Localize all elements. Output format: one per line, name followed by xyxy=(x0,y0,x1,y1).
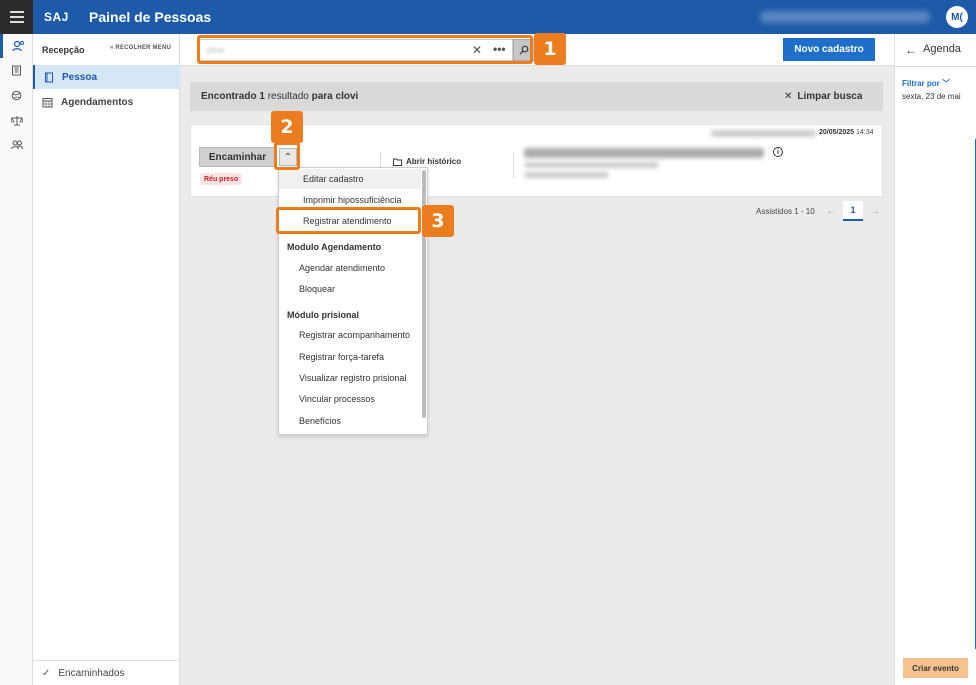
calendar-grid-icon xyxy=(42,97,53,107)
person-detail-blurred xyxy=(524,172,609,178)
agenda-date: sexta, 23 de mai xyxy=(902,92,961,101)
new-registration-button[interactable]: Novo cadastro xyxy=(783,38,875,61)
building-icon[interactable] xyxy=(0,58,33,82)
sidebar-item-pessoa[interactable]: Pessoa xyxy=(33,65,180,89)
sidebar: Recepção « RECOLHER MENU Pessoa Agendame… xyxy=(33,34,180,685)
menu-section-scheduling: Modulo Agendamento xyxy=(287,242,382,252)
menu-item-schedule[interactable]: Agendar atendimento xyxy=(279,258,421,278)
info-icon[interactable]: i xyxy=(773,147,783,157)
agenda-panel: ← Agenda Filtrar por ﹀ sexta, 23 de mai … xyxy=(894,34,976,685)
results-count: 1 xyxy=(259,91,265,102)
close-icon: ✕ xyxy=(784,91,793,102)
menu-item-benefits[interactable]: Benefícios xyxy=(279,411,421,431)
menu-section-prison: Módulo prisional xyxy=(287,310,359,320)
results-bar: Encontrado 1 resultado para clovi ✕ Limp… xyxy=(190,82,883,111)
sidebar-title: Recepção xyxy=(42,45,85,55)
forward-button[interactable]: Encaminhar xyxy=(199,147,276,167)
callout-3-highlight xyxy=(276,207,421,234)
clear-search-button[interactable]: ✕ Limpar busca xyxy=(784,91,862,102)
group-icon[interactable] xyxy=(0,133,33,157)
scales-icon[interactable] xyxy=(0,108,33,132)
filter-label: Filtrar por xyxy=(902,79,940,88)
check-icon: ✓ xyxy=(42,667,51,679)
hamburger-menu-icon[interactable] xyxy=(0,0,33,34)
arrow-left-icon[interactable]: ← xyxy=(905,43,917,57)
menu-item-register-followup[interactable]: Registrar acompanhamento xyxy=(279,325,421,345)
card-meta-blurred xyxy=(711,130,816,137)
divider xyxy=(895,66,976,67)
chevron-right-icon[interactable]: → xyxy=(867,202,883,220)
folder-icon xyxy=(393,158,402,166)
card-timestamp: 20/05/2025 14:34 xyxy=(819,129,874,136)
callout-3-number: 3 xyxy=(422,205,454,237)
menu-item-edit[interactable]: Editar cadastro xyxy=(279,169,421,189)
menu-item-view-prison-record[interactable]: Visualizar registro prisional xyxy=(279,368,421,388)
agenda-title: Agenda xyxy=(923,43,961,55)
open-history-link[interactable]: Abrir histórico xyxy=(393,157,461,166)
sidebar-item-agendamentos[interactable]: Agendamentos xyxy=(33,90,180,114)
person-name-blurred xyxy=(524,148,764,158)
chevron-down-icon: ﹀ xyxy=(942,79,951,88)
sidebar-item-encaminhados[interactable]: ✓ Encaminhados xyxy=(33,660,180,685)
sidebar-item-label: Agendamentos xyxy=(61,96,134,108)
callout-2-highlight xyxy=(274,142,300,170)
callout-1-highlight xyxy=(197,35,533,64)
callout-1-number: 1 xyxy=(534,33,566,65)
callout-2-number: 2 xyxy=(271,111,303,143)
brand-logo: SAJ xyxy=(44,10,69,24)
sidebar-item-label: Pessoa xyxy=(62,71,98,83)
globe-icon[interactable] xyxy=(0,83,33,107)
results-summary: Encontrado 1 resultado para clovi xyxy=(201,91,358,102)
filter-dropdown[interactable]: Filtrar por ﹀ xyxy=(902,78,950,89)
sidebar-bottom-label: Encaminhados xyxy=(58,667,125,679)
menu-item-block[interactable]: Bloquear xyxy=(279,279,421,299)
create-event-button[interactable]: Criar evento xyxy=(903,658,968,678)
results-suffix: para clovi xyxy=(311,91,359,102)
people-search-icon[interactable] xyxy=(0,34,33,58)
card-date: 20/05/2025 xyxy=(819,129,855,136)
card-time: 14:34 xyxy=(856,129,874,136)
open-history-label: Abrir histórico xyxy=(406,157,462,166)
status-badge: Réu preso xyxy=(200,173,243,185)
top-header: SAJ Painel de Pessoas M( xyxy=(0,0,976,34)
menu-item-link-processes[interactable]: Vincular processos xyxy=(279,389,421,409)
app-title: Painel de Pessoas xyxy=(89,9,212,25)
divider xyxy=(513,152,514,178)
pagination-label: Assistidos 1 - 10 xyxy=(756,207,815,216)
results-prefix: Encontrado xyxy=(201,91,257,102)
page-number[interactable]: 1 xyxy=(843,201,863,221)
collapse-menu-button[interactable]: « RECOLHER MENU xyxy=(110,45,171,51)
chevron-left-icon[interactable]: ← xyxy=(823,202,839,220)
collapse-menu-label: RECOLHER MENU xyxy=(115,45,172,51)
book-icon xyxy=(45,72,53,82)
icon-rail xyxy=(0,34,33,685)
user-info-blurred xyxy=(760,11,930,23)
menu-item-register-task-force[interactable]: Registrar força-tarefa xyxy=(279,347,421,367)
avatar[interactable]: M( xyxy=(946,6,968,28)
clear-search-label: Limpar busca xyxy=(797,91,863,102)
person-detail-blurred xyxy=(524,162,659,168)
results-middle: resultado xyxy=(267,91,309,102)
